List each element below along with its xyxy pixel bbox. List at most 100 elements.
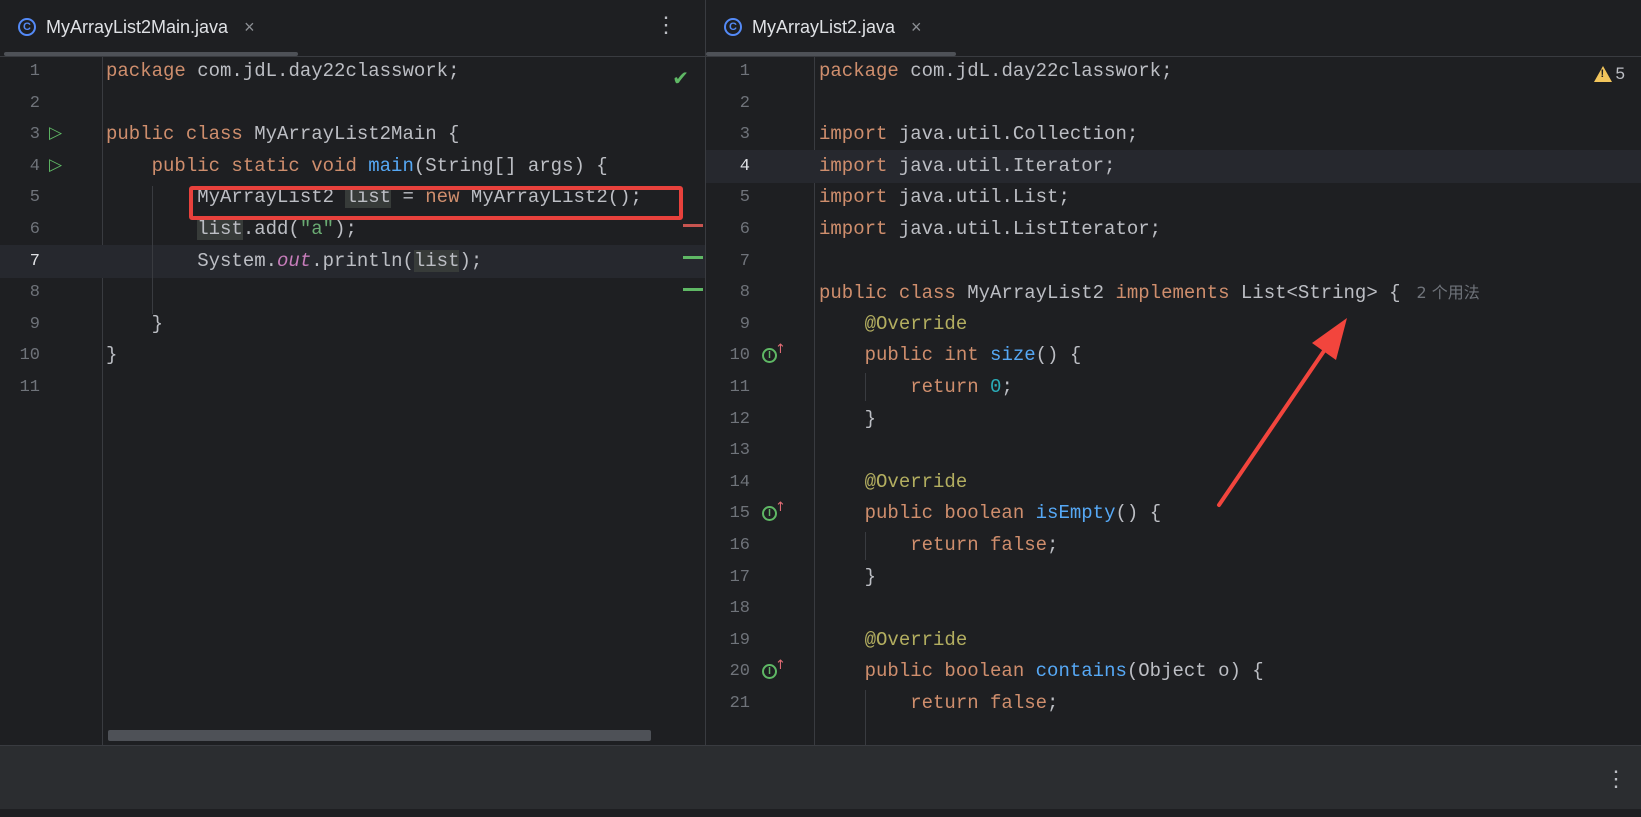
- code-line[interactable]: 6 import java.util.ListIterator;: [706, 213, 1641, 246]
- code-line[interactable]: 2: [706, 87, 1641, 120]
- implements-method-icon[interactable]: I ↑: [762, 339, 788, 372]
- code-text[interactable]: return false;: [819, 687, 1058, 720]
- code-text[interactable]: }: [106, 308, 163, 341]
- code-line[interactable]: 8: [0, 276, 705, 309]
- code-text[interactable]: import java.util.ListIterator;: [819, 213, 1161, 246]
- horizontal-scrollbar[interactable]: [108, 730, 651, 741]
- code-text[interactable]: public int size() {: [819, 339, 1082, 372]
- tab-myarraylist2main[interactable]: C MyArrayList2Main.java ×: [18, 12, 255, 42]
- line-number[interactable]: 2: [0, 87, 40, 120]
- code-line[interactable]: 1 package com.jdL.day22classwork;: [706, 55, 1641, 88]
- code-line[interactable]: 7: [706, 245, 1641, 278]
- code-line[interactable]: 3 ▷ public class MyArrayList2Main {: [0, 118, 705, 151]
- line-number[interactable]: 7: [706, 245, 750, 278]
- close-icon[interactable]: ×: [244, 17, 255, 38]
- code-line[interactable]: 10}: [0, 339, 705, 372]
- code-line[interactable]: 13: [706, 434, 1641, 467]
- code-area[interactable]: 1 package com.jdL.day22classwork; 2 3 import…: [706, 57, 1641, 745]
- code-line[interactable]: 9 @Override: [706, 308, 1641, 341]
- code-text[interactable]: }: [819, 561, 876, 594]
- run-icon[interactable]: ▷: [49, 150, 62, 183]
- line-number[interactable]: 17: [706, 561, 750, 594]
- line-number[interactable]: 8: [0, 276, 40, 309]
- line-number[interactable]: 10: [706, 339, 750, 372]
- code-line[interactable]: 9 }: [0, 308, 705, 341]
- line-number[interactable]: 6: [0, 213, 40, 246]
- line-number[interactable]: 1: [706, 55, 750, 88]
- code-text[interactable]: public boolean isEmpty() {: [819, 497, 1161, 530]
- code-line[interactable]: 15 I ↑ public boolean isEmpty() {: [706, 497, 1641, 530]
- code-text[interactable]: }: [106, 339, 117, 372]
- code-line[interactable]: 16 return false;: [706, 529, 1641, 562]
- line-number[interactable]: 3: [706, 118, 750, 151]
- line-number[interactable]: 7: [0, 245, 40, 278]
- error-stripe-marker[interactable]: [683, 256, 703, 259]
- code-line[interactable]: 4 ▷ public static void main(String[] args…: [0, 150, 705, 183]
- line-number[interactable]: 6: [706, 213, 750, 246]
- code-text[interactable]: public class MyArrayList2Main {: [106, 118, 459, 151]
- line-number[interactable]: 20: [706, 655, 750, 688]
- code-line[interactable]: 1 package com.jdL.day22classwork;: [0, 55, 705, 88]
- code-line[interactable]: 17 }: [706, 561, 1641, 594]
- line-number[interactable]: 4: [0, 150, 40, 183]
- code-line[interactable]: 18: [706, 592, 1641, 625]
- tab-myarraylist2[interactable]: C MyArrayList2.java ×: [724, 12, 922, 42]
- code-line[interactable]: 5 import java.util.List;: [706, 181, 1641, 214]
- code-area[interactable]: 1 package com.jdL.day22classwork; 2 3 ▷ publi…: [0, 57, 705, 745]
- line-number[interactable]: 13: [706, 434, 750, 467]
- line-number[interactable]: 11: [0, 371, 40, 404]
- run-icon[interactable]: ▷: [49, 118, 62, 151]
- code-text[interactable]: @Override: [819, 624, 968, 657]
- line-number[interactable]: 12: [706, 403, 750, 436]
- line-number[interactable]: 9: [0, 308, 40, 341]
- code-text[interactable]: import java.util.Iterator;: [819, 150, 1115, 183]
- implements-method-icon[interactable]: I ↑: [762, 497, 788, 530]
- line-number[interactable]: 5: [706, 181, 750, 214]
- more-options-icon[interactable]: ⋮: [1605, 766, 1627, 792]
- code-line[interactable]: 14 @Override: [706, 466, 1641, 499]
- error-stripe-marker[interactable]: [683, 288, 703, 291]
- line-number[interactable]: 3: [0, 118, 40, 151]
- implements-method-icon[interactable]: I ↑: [762, 655, 788, 688]
- inspection-warnings[interactable]: ! 5: [1593, 64, 1625, 84]
- line-number[interactable]: 2: [706, 87, 750, 120]
- code-text[interactable]: return 0;: [819, 371, 1013, 404]
- close-icon[interactable]: ×: [911, 17, 922, 38]
- code-text[interactable]: @Override: [819, 466, 968, 499]
- code-text[interactable]: import java.util.Collection;: [819, 118, 1138, 151]
- code-line[interactable]: 12 }: [706, 403, 1641, 436]
- code-line[interactable]: 3 import java.util.Collection;: [706, 118, 1641, 151]
- line-number[interactable]: 11: [706, 371, 750, 404]
- code-line[interactable]: 21 return false;: [706, 687, 1641, 720]
- line-number[interactable]: 16: [706, 529, 750, 562]
- line-number[interactable]: 9: [706, 308, 750, 341]
- line-number[interactable]: 4: [706, 150, 750, 183]
- code-text[interactable]: public class MyArrayList2 implements Lis…: [819, 276, 1480, 310]
- line-number[interactable]: 18: [706, 592, 750, 625]
- code-line[interactable]: 7 System.out.println(list);: [0, 244, 705, 278]
- code-text[interactable]: import java.util.List;: [819, 181, 1070, 214]
- code-line[interactable]: 10 I ↑ public int size() {: [706, 339, 1641, 372]
- code-text[interactable]: package com.jdL.day22classwork;: [106, 55, 459, 88]
- code-line[interactable]: 19 @Override: [706, 624, 1641, 657]
- code-text[interactable]: public boolean contains(Object o) {: [819, 655, 1264, 688]
- code-text[interactable]: System.out.println(list);: [106, 245, 482, 278]
- code-text[interactable]: @Override: [819, 308, 968, 341]
- line-number[interactable]: 15: [706, 497, 750, 530]
- line-number[interactable]: 19: [706, 624, 750, 657]
- more-options-icon[interactable]: ⋮: [655, 14, 677, 36]
- line-number[interactable]: 5: [0, 181, 40, 214]
- line-number[interactable]: 1: [0, 55, 40, 88]
- code-line[interactable]: 8 public class MyArrayList2 implements Li…: [706, 276, 1641, 309]
- code-line[interactable]: 11 return 0;: [706, 371, 1641, 404]
- line-number[interactable]: 10: [0, 339, 40, 372]
- code-line[interactable]: 2: [0, 87, 705, 120]
- code-text[interactable]: return false;: [819, 529, 1058, 562]
- line-number[interactable]: 8: [706, 276, 750, 309]
- code-line[interactable]: 20 I ↑ public boolean contains(Object o) {: [706, 655, 1641, 688]
- line-number[interactable]: 14: [706, 466, 750, 499]
- code-text[interactable]: package com.jdL.day22classwork;: [819, 55, 1172, 88]
- line-number[interactable]: 21: [706, 687, 750, 720]
- code-text[interactable]: }: [819, 403, 876, 436]
- error-stripe-marker[interactable]: [683, 224, 703, 227]
